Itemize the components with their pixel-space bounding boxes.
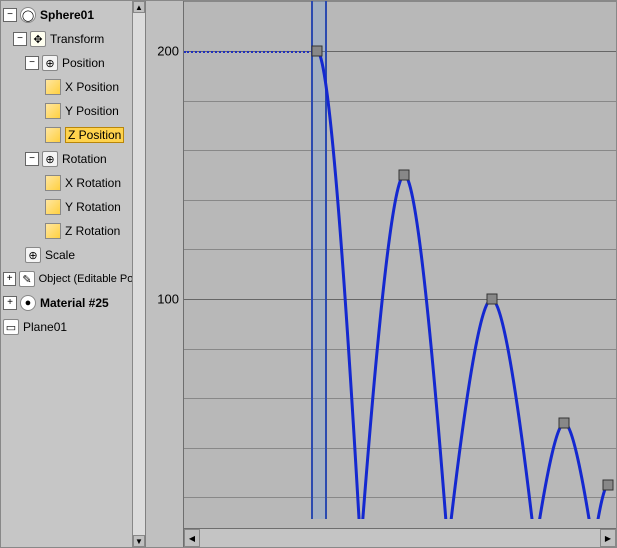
- tree-node-xrotation[interactable]: X Rotation: [1, 171, 145, 195]
- keyframe-marker[interactable]: [559, 418, 570, 429]
- node-label: Y Position: [65, 104, 119, 118]
- node-label: Material #25: [40, 296, 109, 310]
- scroll-right-icon[interactable]: ▶: [600, 529, 616, 547]
- plane-icon: ▭: [3, 319, 19, 335]
- tree-node-object[interactable]: + ✎ Object (Editable Poly): [1, 267, 145, 291]
- node-label: Z Position: [65, 127, 124, 143]
- material-icon: ●: [20, 295, 36, 311]
- tree-node-xposition[interactable]: X Position: [1, 75, 145, 99]
- tree-node-transform[interactable]: − ✥ Transform: [1, 27, 145, 51]
- node-label: Scale: [45, 248, 75, 262]
- keyframe-marker[interactable]: [399, 170, 410, 181]
- track-icon: [45, 127, 61, 143]
- sphere-icon: ◯: [20, 7, 36, 23]
- tree-node-plane01[interactable]: ▭ Plane01: [1, 315, 145, 339]
- collapse-icon[interactable]: −: [3, 8, 17, 22]
- collapse-icon[interactable]: −: [13, 32, 27, 46]
- y-axis: 200 100: [146, 1, 184, 547]
- curve-editor[interactable]: 200 100 ◀ ▶: [146, 1, 616, 547]
- keyframe-marker[interactable]: [312, 46, 323, 57]
- node-label: Transform: [50, 32, 104, 46]
- node-label: Rotation: [62, 152, 107, 166]
- collapse-icon[interactable]: −: [25, 56, 39, 70]
- tree-node-yposition[interactable]: Y Position: [1, 99, 145, 123]
- teapot-icon: ✎: [19, 271, 34, 287]
- track-icon: [45, 175, 61, 191]
- node-label: Object (Editable Poly): [39, 273, 145, 285]
- transform-icon: ✥: [30, 31, 46, 47]
- tree-node-zposition[interactable]: Z Position: [1, 123, 145, 147]
- expand-icon[interactable]: +: [3, 272, 16, 286]
- tree-vertical-scrollbar[interactable]: ▲ ▼: [132, 1, 145, 547]
- track-icon: [45, 79, 61, 95]
- node-label: Position: [62, 56, 105, 70]
- node-label: X Rotation: [65, 176, 121, 190]
- collapse-icon[interactable]: −: [25, 152, 39, 166]
- tree-node-yrotation[interactable]: Y Rotation: [1, 195, 145, 219]
- track-icon: [45, 223, 61, 239]
- tree-node-scale[interactable]: ⊕ Scale: [1, 243, 145, 267]
- tree-node-position[interactable]: − ⊕ Position: [1, 51, 145, 75]
- scroll-left-icon[interactable]: ◀: [184, 529, 200, 547]
- y-tick-100: 100: [157, 292, 179, 307]
- node-label: Plane01: [23, 320, 67, 334]
- scale-icon: ⊕: [25, 247, 41, 263]
- time-horizontal-scrollbar[interactable]: ◀ ▶: [184, 528, 616, 547]
- keyframe-marker[interactable]: [486, 294, 497, 305]
- track-icon: [45, 199, 61, 215]
- scroll-up-icon[interactable]: ▲: [133, 1, 145, 13]
- tree-node-sphere01[interactable]: − ◯ Sphere01: [1, 3, 145, 27]
- node-label: Z Rotation: [65, 224, 120, 238]
- node-label: Sphere01: [40, 8, 94, 22]
- position-icon: ⊕: [42, 55, 58, 71]
- node-label: Y Rotation: [65, 200, 121, 214]
- tree-node-material[interactable]: + ● Material #25: [1, 291, 145, 315]
- keyframe-marker[interactable]: [603, 480, 614, 491]
- plot-area[interactable]: [184, 1, 616, 519]
- expand-icon[interactable]: +: [3, 296, 17, 310]
- track-icon: [45, 103, 61, 119]
- rotation-icon: ⊕: [42, 151, 58, 167]
- node-label: X Position: [65, 80, 119, 94]
- scroll-down-icon[interactable]: ▼: [133, 535, 145, 547]
- tree-node-zrotation[interactable]: Z Rotation: [1, 219, 145, 243]
- hierarchy-panel: − ◯ Sphere01 − ✥ Transform − ⊕ Position …: [1, 1, 146, 547]
- y-tick-200: 200: [157, 44, 179, 59]
- tree-node-rotation[interactable]: − ⊕ Rotation: [1, 147, 145, 171]
